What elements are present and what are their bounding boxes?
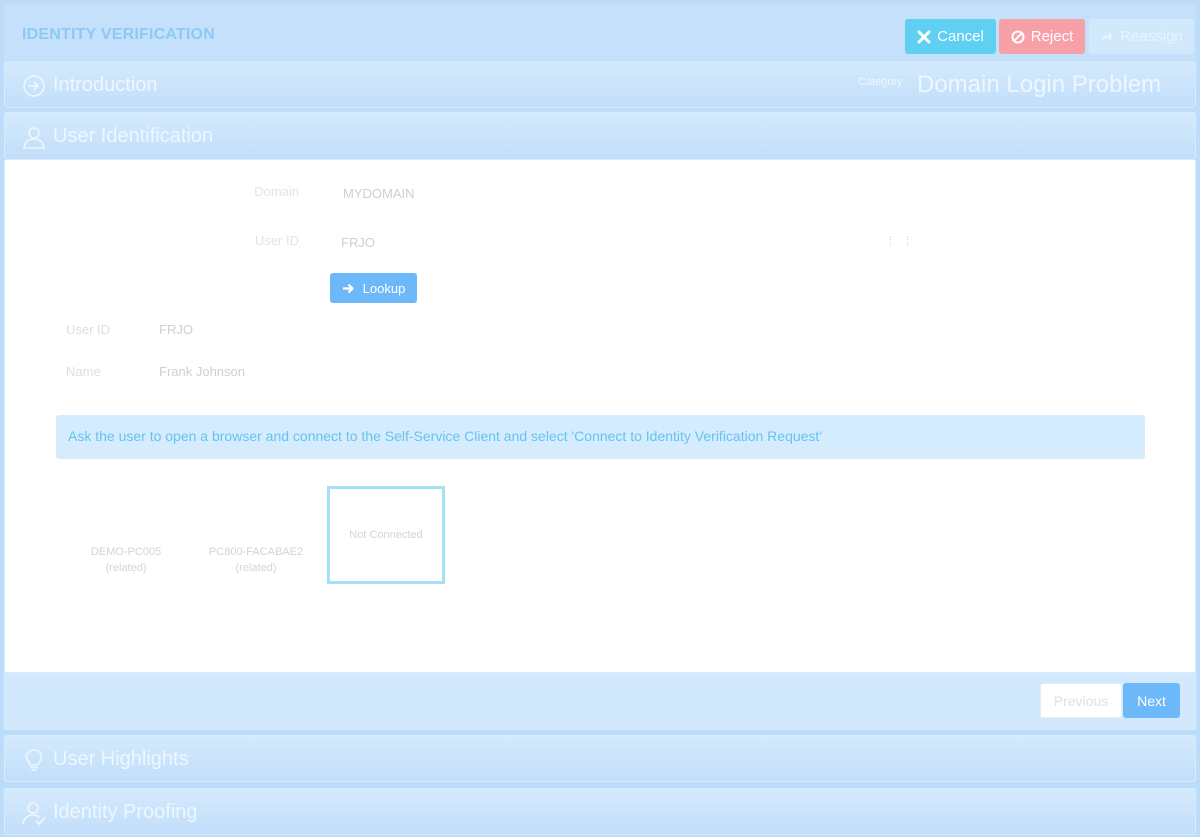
reassign-button[interactable]: Reassign (1089, 19, 1194, 54)
previous-button[interactable]: Previous (1040, 683, 1122, 718)
reject-label: Reject (1030, 28, 1074, 45)
top-bar: IDENTITY VERIFICATION Cancel Reject Reas… (4, 4, 1196, 60)
cancel-button[interactable]: Cancel (905, 19, 996, 54)
user-info-name-label: Name (66, 364, 101, 379)
next-button[interactable]: Next (1123, 683, 1180, 718)
domain-field[interactable]: MYDOMAIN (343, 186, 415, 201)
lightbulb-icon (25, 749, 43, 771)
connection-status-tile[interactable]: Not Connected (327, 486, 445, 584)
identity-verification-window: IDENTITY VERIFICATION Cancel Reject Reas… (0, 0, 1200, 837)
device-name: DEMO-PC005 (90, 546, 162, 558)
section-title-introduction: Introduction (53, 74, 158, 96)
lookup-button[interactable]: Lookup (330, 273, 417, 303)
section-title-user-highlights: User Highlights (53, 748, 189, 770)
user-icon (23, 127, 45, 149)
device-tile[interactable]: PC800-FACABAE2 (related) (201, 544, 311, 576)
category-label: Category (858, 76, 903, 88)
close-icon (917, 30, 931, 43)
cancel-label: Cancel (937, 28, 984, 45)
reassign-label: Reassign (1120, 28, 1183, 45)
user-identification-panel: Domain MYDOMAIN User ID FRJO Lookup User… (4, 160, 1196, 672)
user-info-userid-label: User ID (66, 322, 111, 337)
section-title-identity-proofing: Identity Proofing (53, 801, 198, 823)
user-info-userid-value: FRJO (159, 322, 193, 337)
device-status: (related) (235, 562, 277, 574)
category-value: Domain Login Problem (917, 71, 1162, 98)
user-check-icon (22, 802, 46, 826)
input-resize-icon (890, 236, 908, 246)
section-user-identification[interactable]: User Identification (4, 112, 1196, 160)
userid-input[interactable]: FRJO (341, 235, 375, 250)
instruction-alert: Ask the user to open a browser and conne… (56, 415, 1145, 459)
userid-field-label: User ID (254, 233, 299, 248)
ban-icon (1011, 30, 1025, 43)
domain-label: Domain (254, 184, 299, 199)
arrow-right-icon (342, 283, 354, 293)
device-status: (related) (105, 562, 147, 574)
lookup-label: Lookup (362, 280, 406, 296)
section-introduction[interactable]: Introduction Category Domain Login Probl… (4, 61, 1196, 108)
section-user-highlights[interactable]: User Highlights (4, 735, 1196, 782)
wizard-footer: Previous Next (4, 672, 1196, 730)
device-name: PC800-FACABAE2 (208, 546, 304, 558)
section-identity-proofing[interactable]: Identity Proofing (4, 788, 1196, 835)
user-info-name-value: Frank Johnson (159, 364, 245, 379)
sign-in-icon (23, 75, 45, 97)
device-tile[interactable]: DEMO-PC005 (related) (75, 544, 177, 576)
section-title-user-identification: User Identification (53, 125, 214, 147)
app-title: IDENTITY VERIFICATION (22, 26, 215, 43)
share-arrow-icon (1101, 31, 1114, 42)
connection-status-text: Not Connected (349, 529, 423, 541)
reject-button[interactable]: Reject (999, 19, 1085, 54)
